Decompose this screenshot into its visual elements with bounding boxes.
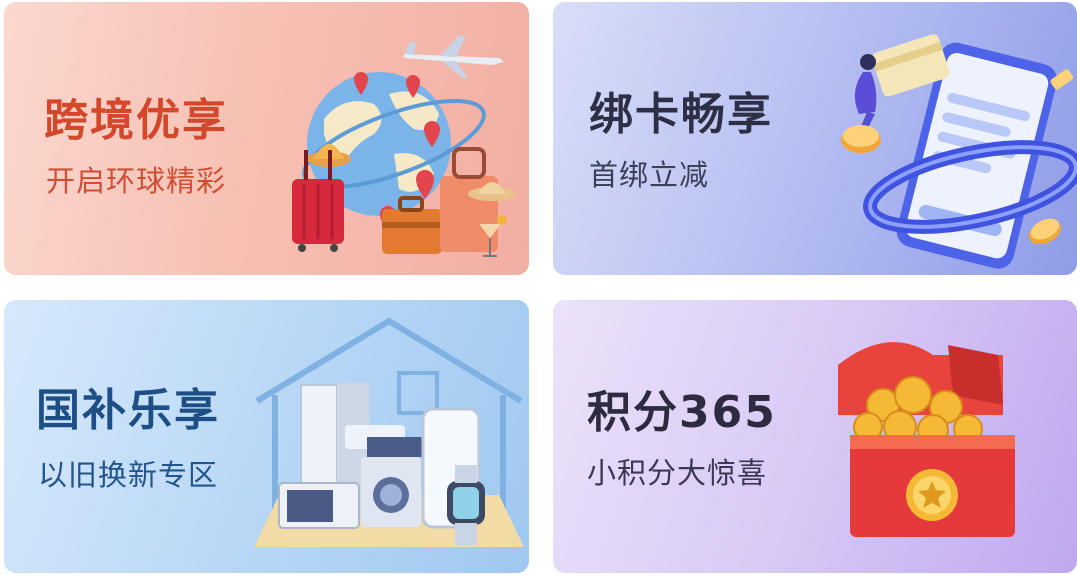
home-appliances-icon <box>254 317 524 547</box>
card-title: 绑卡畅享 <box>589 89 773 140</box>
card-title: 国补乐享 <box>36 385 220 436</box>
bind-card-card[interactable]: 绑卡畅享 首绑立减 <box>553 2 1077 275</box>
points-card[interactable]: 积分365 小积分大惊喜 <box>553 300 1077 573</box>
travel-globe-icon <box>292 36 516 257</box>
card-title: 积分365 <box>587 387 777 438</box>
card-subtitle: 开启环球精彩 <box>46 164 227 198</box>
red-envelope-gift-icon <box>838 342 1015 537</box>
card-subtitle: 首绑立减 <box>589 158 710 192</box>
promo-card-grid: 跨境优享 开启环球精彩 绑卡畅享 首绑立减 国补乐享 以旧换新专区 积分365 … <box>0 0 1077 575</box>
card-title: 跨境优享 <box>44 95 228 146</box>
trade-in-card[interactable]: 国补乐享 以旧换新专区 <box>4 300 529 573</box>
card-subtitle: 小积分大惊喜 <box>587 456 768 490</box>
cross-border-card[interactable]: 跨境优享 开启环球精彩 <box>4 2 529 275</box>
phone-card-icon <box>841 34 1077 269</box>
card-subtitle: 以旧换新专区 <box>38 458 219 492</box>
